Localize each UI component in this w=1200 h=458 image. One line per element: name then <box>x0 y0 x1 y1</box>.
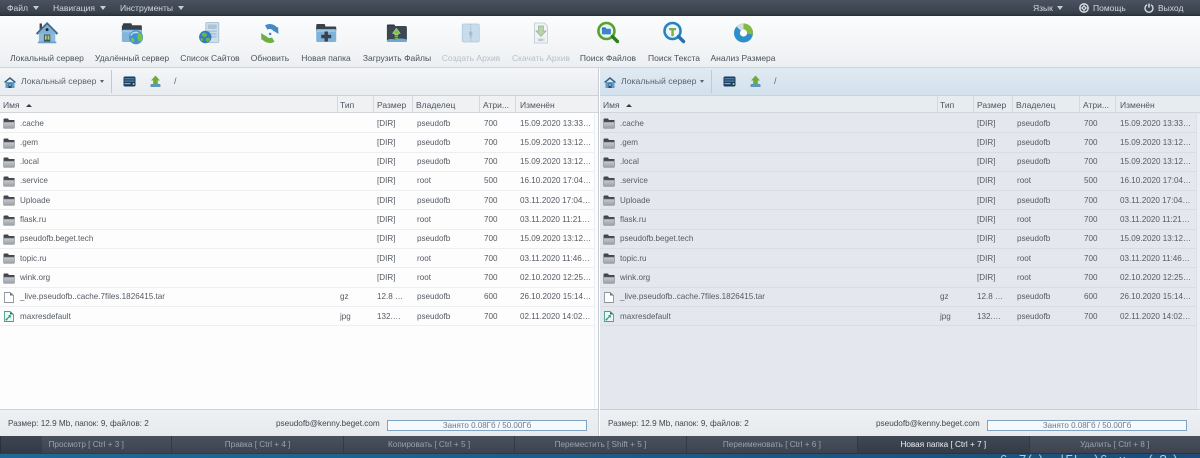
svg-text:ZIP: ZIP <box>539 38 544 42</box>
